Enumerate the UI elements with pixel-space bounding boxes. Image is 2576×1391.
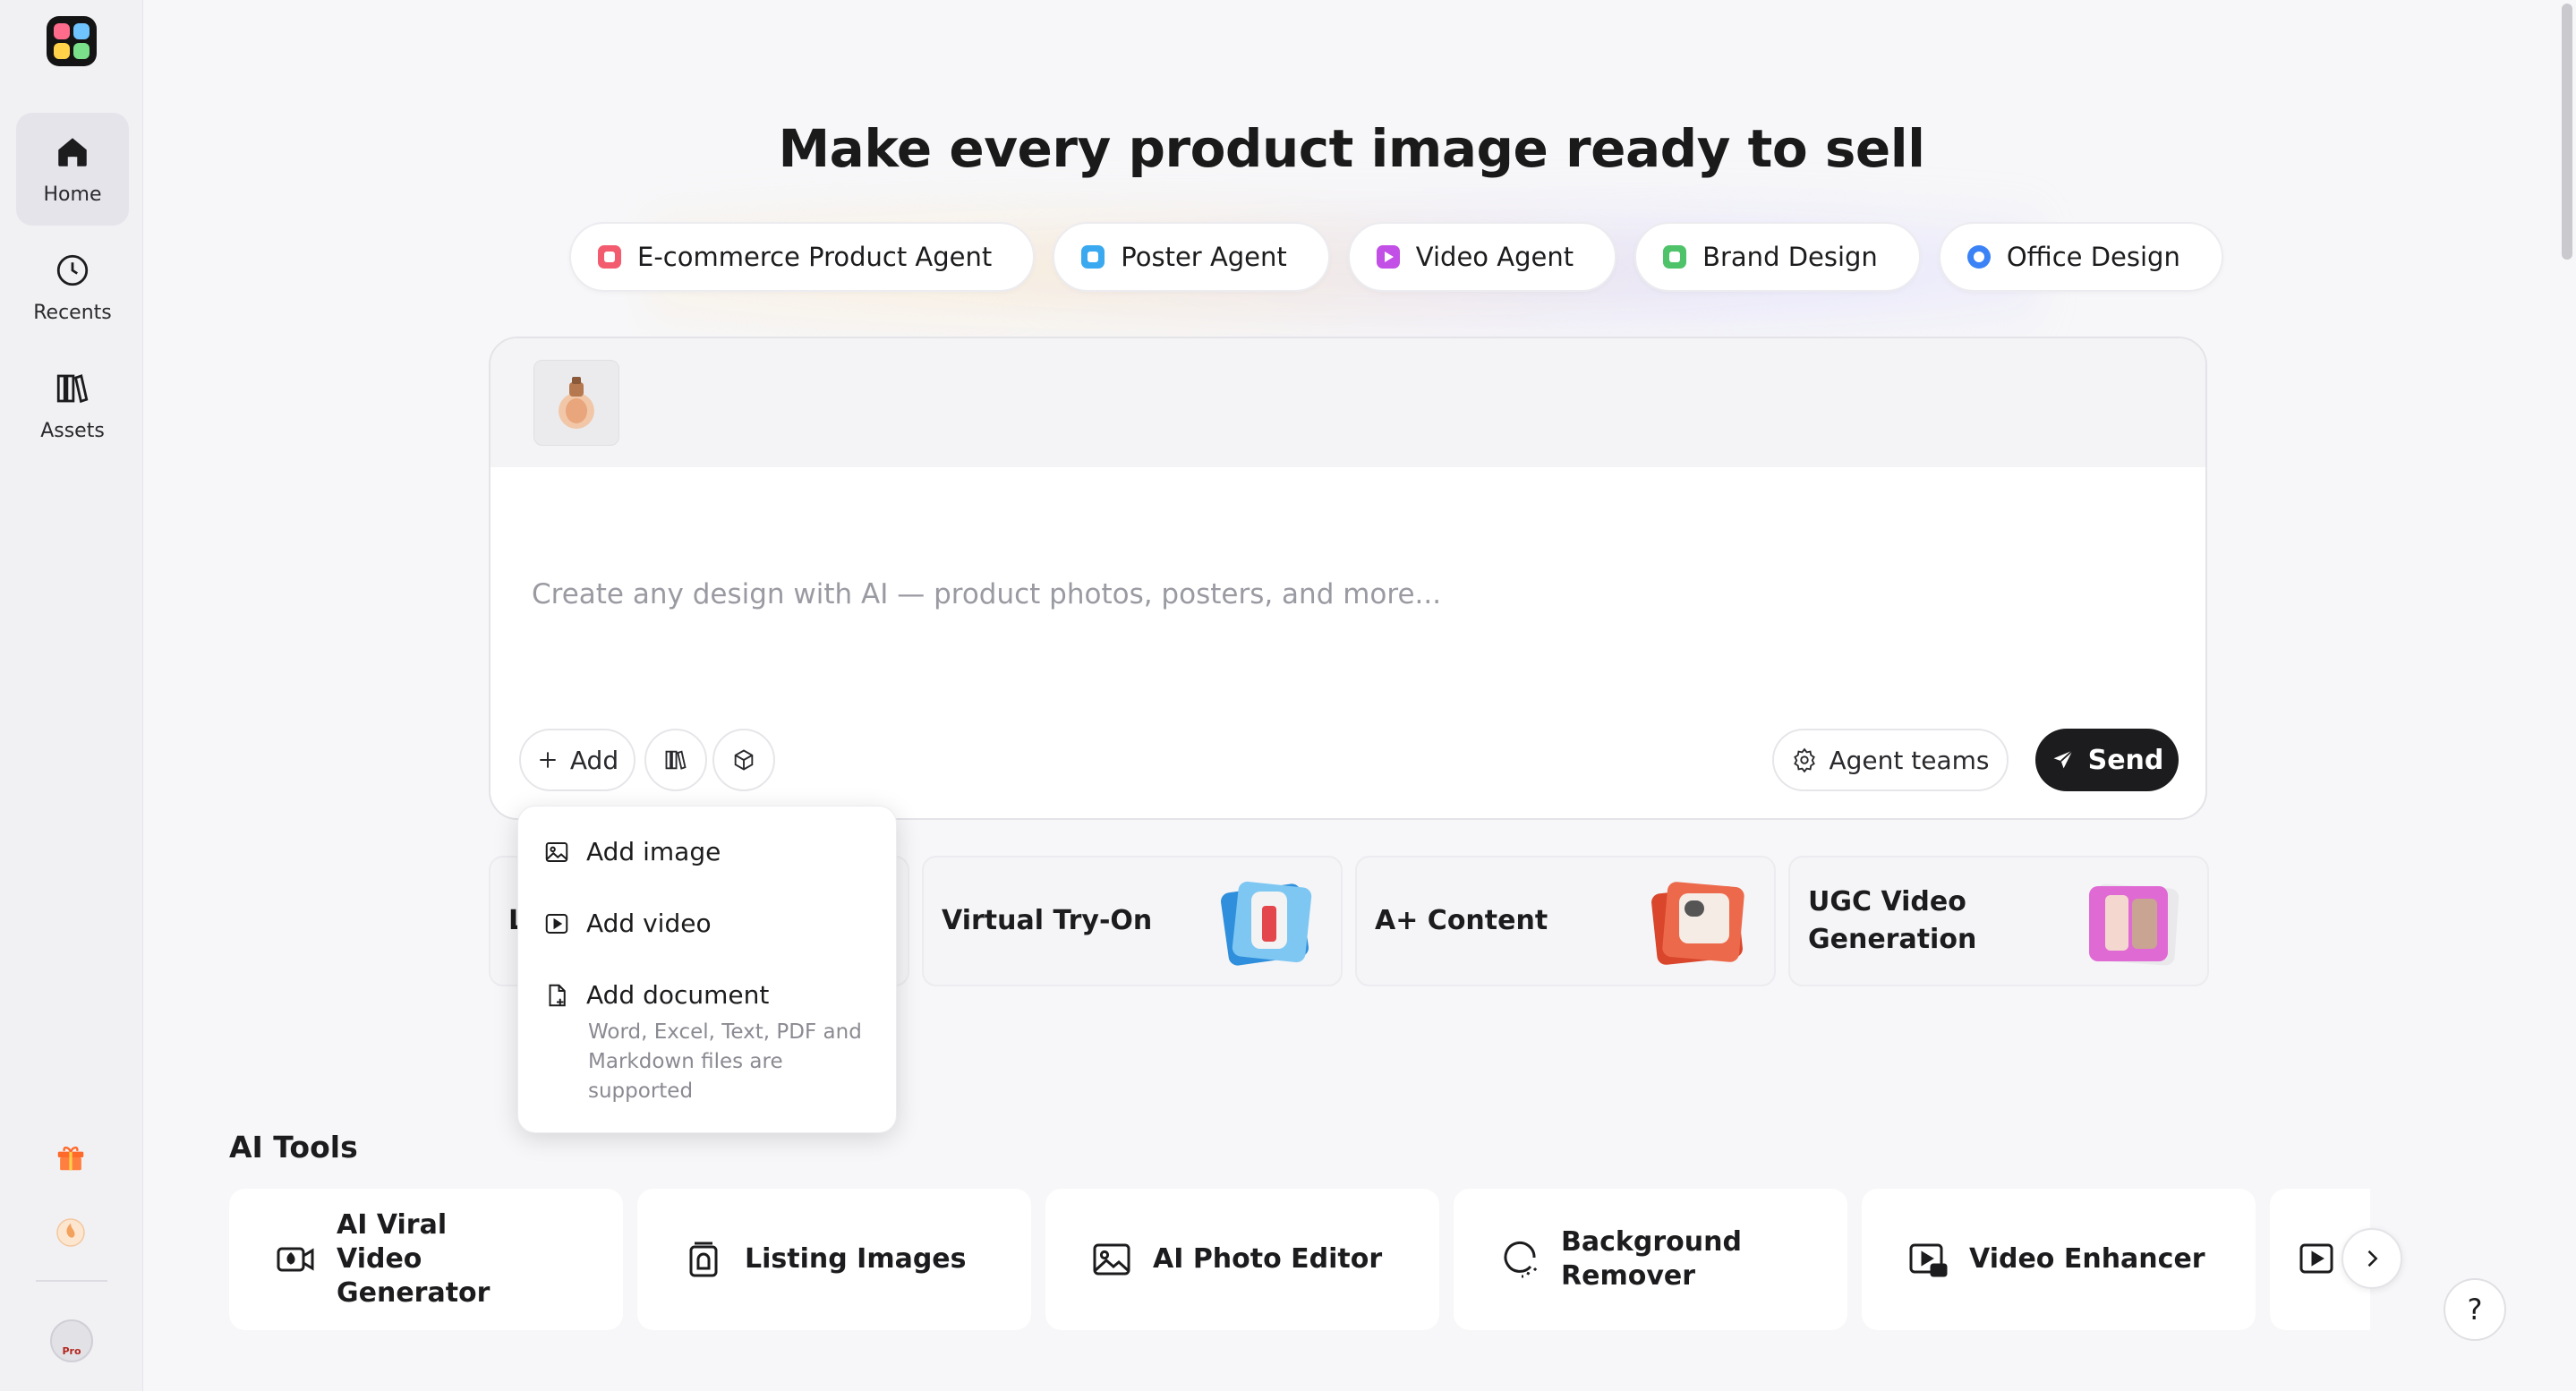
feature-card-ugc-video[interactable]: UGC Video Generation <box>1788 856 2209 986</box>
document-icon <box>549 984 566 1006</box>
product-photo-icon <box>559 377 594 429</box>
add-label: Add <box>569 745 619 775</box>
background-remover-icon <box>1504 1241 1539 1278</box>
add-image-label: Add image <box>586 837 721 866</box>
pro-badge: Pro <box>62 1345 81 1357</box>
agent-brand-design[interactable]: Brand Design <box>1634 222 1921 292</box>
gift-button[interactable] <box>50 1137 91 1178</box>
add-button[interactable]: Add <box>519 729 635 791</box>
feature-card-label: UGC Video Generation <box>1808 886 1977 955</box>
prompt-composer: Add Agent teams Send <box>489 337 2207 820</box>
help-button[interactable]: ? <box>2444 1278 2506 1341</box>
library-icon <box>665 750 687 770</box>
feature-card-label: Virtual Try-On <box>942 905 1153 936</box>
tool-background-remover[interactable]: Background Remover <box>1454 1189 1847 1330</box>
tool-label: Video Enhancer <box>1969 1243 2205 1275</box>
tools-next-button[interactable] <box>2341 1228 2402 1289</box>
add-image-option[interactable]: Add image <box>543 837 721 866</box>
tool-label: Background Remover <box>1561 1226 1742 1292</box>
tool-label: AI Viral Video Generator <box>337 1209 490 1309</box>
add-video-label: Add video <box>586 909 712 938</box>
feature-card-virtual-try-on[interactable]: Virtual Try-On <box>922 856 1343 986</box>
sidebar-item-label: Assets <box>40 419 105 442</box>
agent-teams-button[interactable]: Agent teams <box>1772 729 2009 791</box>
video-enhancer-icon <box>1909 1243 1948 1277</box>
tool-label: AI Photo Editor <box>1153 1243 1383 1275</box>
credit-coin-icon <box>56 1218 85 1247</box>
office-design-icon <box>1966 245 1991 269</box>
feature-card-label: A+ Content <box>1375 905 1548 936</box>
agent-video[interactable]: Video Agent <box>1347 222 1617 292</box>
add-document-label: Add document <box>586 980 770 1010</box>
tool-listing-images[interactable]: Listing Images <box>637 1189 1031 1330</box>
video-tool-icon <box>2299 1243 2333 1274</box>
gear-icon <box>1794 747 1816 773</box>
send-icon <box>2053 749 2073 769</box>
ai-tools-title: AI Tools <box>229 1130 358 1165</box>
tool-label: Listing Images <box>745 1243 967 1275</box>
library-icon <box>56 373 89 403</box>
image-icon <box>545 841 568 862</box>
sidebar-item-label: Recents <box>33 301 112 324</box>
tool-video-enhancer[interactable]: Video Enhancer <box>1862 1189 2256 1330</box>
sidebar-item-recents[interactable]: Recents <box>16 231 129 344</box>
a-plus-illustration <box>1649 881 1747 967</box>
avatar[interactable]: Pro <box>50 1319 93 1362</box>
document-support-note: Word, Excel, Text, PDF and Markdown file… <box>588 1020 862 1103</box>
agent-label: E-commerce Product Agent <box>637 242 993 272</box>
send-button[interactable]: Send <box>2035 729 2179 791</box>
add-video-option[interactable]: Add video <box>543 909 712 938</box>
agent-ecommerce-product[interactable]: E-commerce Product Agent <box>569 222 1036 292</box>
add-document-option[interactable]: Add document <box>543 980 769 1010</box>
sidebar-item-label: Home <box>43 183 102 206</box>
scrollbar-thumb[interactable] <box>2562 4 2572 260</box>
video-icon <box>545 913 568 934</box>
cube-icon <box>734 749 754 771</box>
add-menu: Add image Add video Add document Word, E… <box>517 806 897 1133</box>
feature-card-a-plus-content[interactable]: A+ Content <box>1355 856 1776 986</box>
attached-image-thumbnail[interactable] <box>533 360 619 446</box>
listing-images-icon <box>689 1242 718 1277</box>
sidebar-divider <box>36 1280 107 1282</box>
page-scrollbar[interactable] <box>2558 0 2576 1391</box>
send-label: Send <box>2087 744 2164 776</box>
help-icon: ? <box>2467 1293 2483 1327</box>
chevron-right-icon <box>2367 1250 2378 1267</box>
gift-icon <box>57 1146 84 1171</box>
3d-model-button[interactable] <box>712 729 775 791</box>
attachment-tray <box>490 338 2205 467</box>
assets-library-button[interactable] <box>644 729 707 791</box>
agent-label: Brand Design <box>1702 242 1878 272</box>
sidebar: Home Recents Assets Pro <box>0 0 143 1391</box>
ecommerce-agent-icon <box>598 245 621 269</box>
agent-label: Video Agent <box>1415 242 1574 272</box>
page-title: Make every product image ready to sell <box>778 118 1925 179</box>
credits-button[interactable] <box>50 1212 91 1253</box>
poster-agent-icon <box>1081 245 1105 269</box>
agent-selector: E-commerce Product Agent Poster Agent Vi… <box>569 222 2223 294</box>
ai-tools-carousel: AI Viral Video Generator Listing Images … <box>229 1189 2370 1330</box>
tool-ai-photo-editor[interactable]: AI Photo Editor <box>1045 1189 1439 1330</box>
photo-editor-icon <box>1093 1243 1130 1276</box>
prompt-input[interactable] <box>532 505 2161 684</box>
agent-office-design[interactable]: Office Design <box>1938 222 2223 292</box>
tool-ai-viral-video-generator[interactable]: AI Viral Video Generator <box>229 1189 623 1330</box>
sidebar-item-assets[interactable]: Assets <box>16 349 129 462</box>
agent-poster[interactable]: Poster Agent <box>1053 222 1330 292</box>
try-on-illustration <box>1215 880 1314 967</box>
agent-label: Office Design <box>2006 242 2180 272</box>
ugc-video-illustration <box>2082 881 2180 967</box>
brand-design-icon <box>1663 245 1687 269</box>
agent-label: Poster Agent <box>1121 242 1287 272</box>
video-agent-icon <box>1376 245 1400 269</box>
agent-teams-label: Agent teams <box>1829 745 1990 775</box>
clock-icon <box>56 254 89 286</box>
plus-icon <box>540 752 556 768</box>
viral-video-icon <box>277 1247 314 1272</box>
app-logo[interactable] <box>47 16 97 66</box>
